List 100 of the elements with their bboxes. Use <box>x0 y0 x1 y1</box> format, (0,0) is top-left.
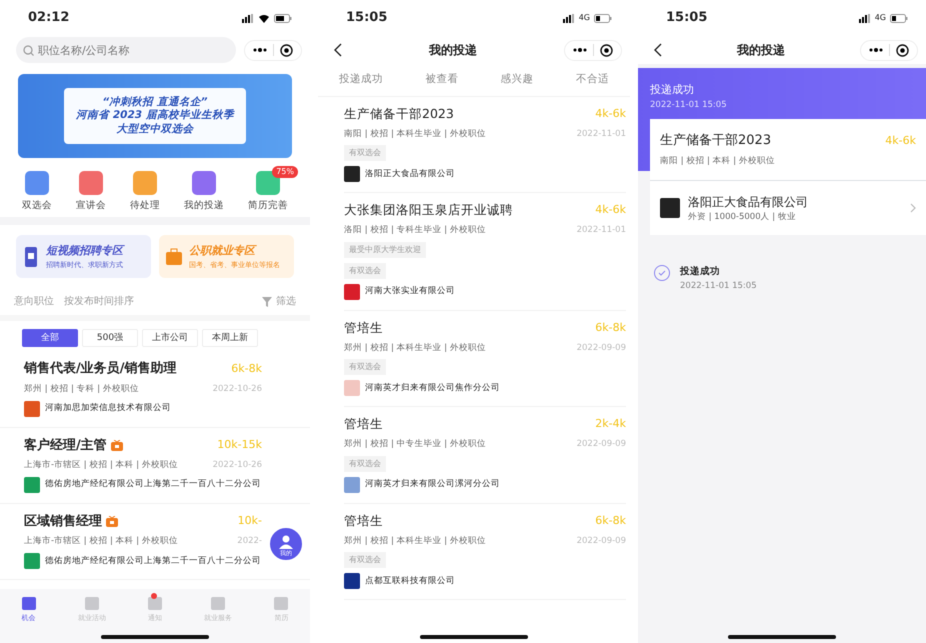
filter-chip[interactable]: 全部 <box>22 329 78 348</box>
tab-icon <box>84 594 100 610</box>
target-icon[interactable] <box>600 44 613 56</box>
application-status: 投递成功 <box>650 82 695 98</box>
salary: 6k-8k <box>595 320 626 336</box>
company-name: 德佑房地产经纪有限公司上海第二千一百八十二分公司 <box>45 478 261 492</box>
banner-text: “冲刺秋招 直通名企” <box>101 96 209 108</box>
banner-image[interactable]: “冲刺秋招 直通名企” 河南省 2023 届高校毕业生秋季 大型空中双选会 <box>18 74 292 158</box>
promo-title: 公职就业专区 <box>189 243 258 260</box>
filter-chip[interactable]: 上市公司 <box>142 329 198 348</box>
post-date: 2022- <box>237 535 262 548</box>
chevron-icon <box>910 202 916 213</box>
target-icon[interactable] <box>896 44 909 56</box>
job-tag: 有双选会 <box>344 262 386 279</box>
capsule-menu[interactable] <box>860 40 918 60</box>
job-meta: 上海市-市辖区 | 校招 | 本科 | 外校职位 <box>24 459 178 472</box>
phone-icon <box>22 246 40 268</box>
signal-icon <box>562 14 575 22</box>
progress-badge: 75% <box>272 166 298 178</box>
job-tag: 有双选会 <box>344 456 386 472</box>
salary: 4k-6k <box>885 132 916 149</box>
banner-text: 河南省 2023 届高校毕业生秋季 <box>76 109 234 123</box>
status-tab[interactable]: 被查看 <box>425 72 458 88</box>
job-meta: 郑州 | 校招 | 中专生毕业 | 外校职位 <box>344 438 486 451</box>
status-tab[interactable]: 感兴趣 <box>500 72 534 88</box>
network-label: 4G <box>874 12 886 24</box>
job-title: 管培生 <box>344 512 383 530</box>
filter-chip[interactable]: 本周上新 <box>202 329 258 348</box>
post-date: 2022-09-09 <box>576 534 626 548</box>
company-row[interactable]: 洛阳正大食品有限公司 外资 | 1000-5000人 | 牧业 <box>650 180 926 236</box>
status-time: 15:05 <box>346 9 388 28</box>
back-icon[interactable] <box>334 43 342 57</box>
tab-icon <box>273 594 290 610</box>
salary: 10k-15k <box>217 437 262 453</box>
more-icon[interactable] <box>253 47 267 53</box>
job-tag: 有双选会 <box>344 552 386 568</box>
dropdown-filter[interactable]: 按发布时间排序 <box>64 294 134 310</box>
job-meta: 郑州 | 校招 | 本科生毕业 | 外校职位 <box>344 342 486 354</box>
tab-icon <box>210 594 226 610</box>
post-date: 2022-09-09 <box>576 438 626 451</box>
salary: 4k-6k <box>595 106 626 122</box>
briefcase-icon <box>165 246 183 268</box>
shortcut-item[interactable]: 75% 简历完善 <box>238 166 298 214</box>
signal-icon <box>242 14 254 22</box>
post-date: 2022-10-26 <box>212 382 262 396</box>
battery-icon <box>890 14 908 22</box>
shortcut-item[interactable]: 待处理 <box>120 166 170 214</box>
job-meta: 南阳 | 校招 | 本科 | 外校职位 <box>660 154 776 168</box>
salary: 10k- <box>238 513 262 530</box>
banner-text: 大型空中双选会 <box>115 122 195 136</box>
shortcut-item[interactable]: 双选会 <box>12 166 62 214</box>
salary: 6k-8k <box>231 360 262 377</box>
job-meta: 郑州 | 校招 | 本科生毕业 | 外校职位 <box>344 534 486 548</box>
more-icon[interactable] <box>869 47 883 53</box>
shortcut-item[interactable]: 我的投递 <box>174 166 234 214</box>
company-name: 河南大张实业有限公司 <box>365 285 455 298</box>
job-tag: 有双选会 <box>344 145 386 162</box>
dropdown-filter[interactable]: 意向职位 <box>14 294 54 310</box>
job-tag: 最受中原大学生欢迎 <box>344 242 426 258</box>
status-time: 02:12 <box>28 9 70 28</box>
status-time: 15:05 <box>666 9 708 28</box>
job-meta: 洛阳 | 校招 | 专科生毕业 | 外校职位 <box>344 224 486 237</box>
person-icon <box>279 535 293 549</box>
post-date: 2022-11-01 <box>576 224 626 237</box>
salary: 6k-8k <box>595 512 626 529</box>
status-tab[interactable]: 投递成功 <box>339 72 384 88</box>
job-title: 生产储备干部2023 <box>344 104 454 123</box>
capsule-menu[interactable] <box>244 40 302 60</box>
more-icon[interactable] <box>573 47 587 53</box>
tab-icon <box>20 594 37 610</box>
job-title: 销售代表/业务员/销售助理 <box>24 360 176 378</box>
job-meta: 上海市-市辖区 | 校招 | 本科 | 外校职位 <box>24 535 178 548</box>
job-title: 生产储备干部2023 <box>660 132 772 150</box>
company-name: 德佑房地产经纪有限公司上海第二千一百八十二分公司 <box>45 554 261 568</box>
page-title: 我的投递 <box>428 42 478 59</box>
capsule-menu[interactable] <box>564 40 622 60</box>
page-title: 我的投递 <box>736 42 786 59</box>
status-tab[interactable]: 不合适 <box>576 72 609 88</box>
job-title: 区域销售经理 <box>24 512 102 531</box>
salary: 2k-4k <box>595 416 626 432</box>
back-icon[interactable] <box>654 43 662 57</box>
company-name: 洛阳正大食品有限公司 <box>688 194 808 210</box>
company-name: 河南英才归来有限公司焦作分公司 <box>365 382 500 395</box>
search-field[interactable]: 职位名称/公司名称 <box>16 37 236 63</box>
target-icon[interactable] <box>280 44 293 56</box>
company-name: 洛阳正大食品有限公司 <box>365 168 455 181</box>
shortcut-item[interactable]: 宣讲会 <box>66 166 116 214</box>
funnel-icon <box>262 296 272 307</box>
tab-icon <box>146 594 163 610</box>
job-title: 管培生 <box>344 415 383 434</box>
company-name: 点都互联科技有限公司 <box>365 574 455 588</box>
filter-chip[interactable]: 500强 <box>82 329 138 348</box>
job-title: 管培生 <box>344 318 383 337</box>
timeline-time: 2022-11-01 15:05 <box>680 280 757 292</box>
filter-button[interactable]: 筛选 <box>262 294 296 310</box>
battery-icon <box>594 14 612 22</box>
network-label: 4G <box>578 12 590 24</box>
job-title: 客户经理/主管 <box>24 436 107 454</box>
job-meta: 南阳 | 校招 | 本科生毕业 | 外校职位 <box>344 128 486 140</box>
wifi-icon <box>258 14 270 22</box>
